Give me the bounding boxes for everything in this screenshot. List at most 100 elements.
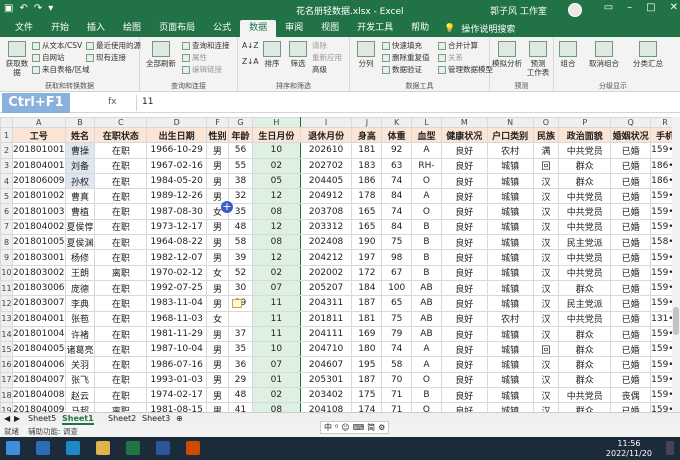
show-desktop-icon[interactable]	[666, 441, 674, 455]
vertical-scrollbar[interactable]	[672, 117, 680, 412]
table-cell[interactable]: 75	[381, 310, 413, 327]
header-cell[interactable]: 退休月份	[299, 126, 353, 144]
table-cell[interactable]: 孙权	[64, 172, 96, 190]
table-cell[interactable]: 良好	[440, 157, 488, 174]
from-table-button[interactable]: 来自表格/区域	[32, 64, 90, 75]
table-cell[interactable]: 11	[251, 325, 301, 343]
table-cell[interactable]: 关羽	[64, 356, 96, 373]
table-cell[interactable]: 庞德	[64, 279, 96, 297]
quick-analysis-icon[interactable]	[232, 299, 242, 308]
ungroup-button[interactable]: 取消组合	[582, 41, 626, 68]
table-cell[interactable]: 男	[206, 325, 230, 343]
word-taskbar-icon[interactable]	[156, 441, 170, 455]
table-cell[interactable]: 城镇	[486, 264, 534, 281]
table-cell[interactable]: 183	[351, 157, 383, 174]
header-cell[interactable]: 民族	[532, 126, 560, 144]
table-cell[interactable]: 01	[251, 371, 301, 389]
table-cell[interactable]: 1967-02-16	[146, 157, 208, 174]
table-cell[interactable]: 已婚	[610, 172, 652, 190]
ime-lang[interactable]: 中	[324, 422, 332, 433]
table-cell[interactable]: 201803002	[11, 264, 66, 281]
table-cell[interactable]: 离职	[94, 264, 148, 281]
table-cell[interactable]: 05	[251, 172, 301, 190]
table-cell[interactable]: 农村	[486, 142, 534, 159]
table-cell[interactable]: 48	[228, 218, 253, 236]
table-cell[interactable]: 204212	[299, 249, 353, 266]
scroll-thumb[interactable]	[673, 307, 679, 335]
table-cell[interactable]: 10	[251, 142, 301, 159]
sort-ascending-button[interactable]: A↓Z	[242, 41, 259, 50]
ime-emoji[interactable]: ☺	[341, 423, 349, 432]
table-cell[interactable]: 汉	[532, 356, 560, 373]
tab-home[interactable]: 开始	[42, 20, 78, 37]
row-header[interactable]: 11	[0, 279, 13, 297]
table-cell[interactable]: 203708	[299, 203, 353, 220]
table-cell[interactable]: A	[411, 356, 442, 373]
column-header[interactable]: Q	[610, 117, 652, 128]
table-cell[interactable]: 36	[228, 356, 253, 373]
ime-simplified[interactable]: 简	[367, 422, 375, 433]
table-cell[interactable]: 群众	[558, 172, 612, 190]
row-header[interactable]: 10	[0, 264, 13, 281]
table-cell[interactable]: 中共党员	[558, 218, 612, 236]
row-header[interactable]: 4	[0, 172, 13, 190]
table-cell[interactable]: 10	[251, 341, 301, 358]
table-cell[interactable]: 98	[381, 249, 413, 266]
row-header[interactable]: 1	[0, 126, 13, 144]
table-cell[interactable]: 回	[532, 157, 560, 174]
sheet-tab-sheet5[interactable]: Sheet5	[28, 414, 56, 423]
table-cell[interactable]: 群众	[558, 371, 612, 389]
table-cell[interactable]: B	[411, 234, 442, 251]
table-cell[interactable]: 在职	[94, 218, 148, 236]
table-cell[interactable]: 已婚	[610, 295, 652, 312]
table-cell[interactable]: 195	[351, 356, 383, 373]
table-cell[interactable]: 良好	[440, 279, 488, 297]
table-cell[interactable]: 1968-11-03	[146, 310, 208, 327]
table-cell[interactable]: 1992-07-25	[146, 279, 208, 297]
table-cell[interactable]: 城镇	[486, 249, 534, 266]
tab-data[interactable]: 数据	[240, 20, 277, 37]
sheet-nav-next-icon[interactable]: ▶	[14, 414, 20, 423]
column-header[interactable]: M	[440, 117, 488, 128]
table-cell[interactable]: 良好	[440, 234, 488, 251]
header-cell[interactable]: 在职状态	[94, 126, 148, 144]
table-cell[interactable]: 1981-11-29	[146, 325, 208, 343]
column-header[interactable]: K	[381, 117, 413, 128]
header-cell[interactable]: 政治面貌	[558, 126, 612, 144]
table-cell[interactable]: 城镇	[486, 295, 534, 312]
table-cell[interactable]: 在职	[94, 295, 148, 312]
table-cell[interactable]: 58	[381, 356, 413, 373]
table-cell[interactable]: 180	[351, 341, 383, 358]
table-cell[interactable]: 汉	[532, 234, 560, 251]
table-cell[interactable]: 城镇	[486, 279, 534, 297]
table-cell[interactable]: 201801001	[11, 142, 66, 159]
start-icon[interactable]	[6, 441, 20, 455]
row-header[interactable]: 9	[0, 249, 13, 266]
fx-icon[interactable]: fx	[108, 97, 117, 107]
table-cell[interactable]: 曹操	[64, 142, 96, 159]
table-cell[interactable]: 汉	[532, 310, 560, 327]
table-cell[interactable]: 190	[351, 234, 383, 251]
header-cell[interactable]: 户口类别	[486, 126, 534, 144]
table-cell[interactable]: 汉	[532, 279, 560, 297]
table-cell[interactable]: A	[411, 142, 442, 159]
table-cell[interactable]: B	[411, 387, 442, 404]
table-cell[interactable]: 75	[381, 234, 413, 251]
table-cell[interactable]: 群众	[558, 325, 612, 343]
table-cell[interactable]: 1993-01-03	[146, 371, 208, 389]
table-cell[interactable]: 已婚	[610, 188, 652, 205]
column-header[interactable]: F	[206, 117, 230, 128]
table-cell[interactable]: 已婚	[610, 279, 652, 297]
table-cell[interactable]: 1966-10-29	[146, 142, 208, 159]
table-cell[interactable]: 男	[206, 157, 230, 174]
table-cell[interactable]: 92	[381, 142, 413, 159]
table-cell[interactable]: AB	[411, 310, 442, 327]
table-cell[interactable]: B	[411, 249, 442, 266]
table-cell[interactable]: 205207	[299, 279, 353, 297]
table-cell[interactable]: 民主党派	[558, 295, 612, 312]
table-cell[interactable]: 181	[351, 310, 383, 327]
table-cell[interactable]: B	[411, 264, 442, 281]
table-cell[interactable]: 48	[228, 387, 253, 404]
table-cell[interactable]: 王朗	[64, 264, 96, 281]
table-cell[interactable]: 56	[228, 142, 253, 159]
